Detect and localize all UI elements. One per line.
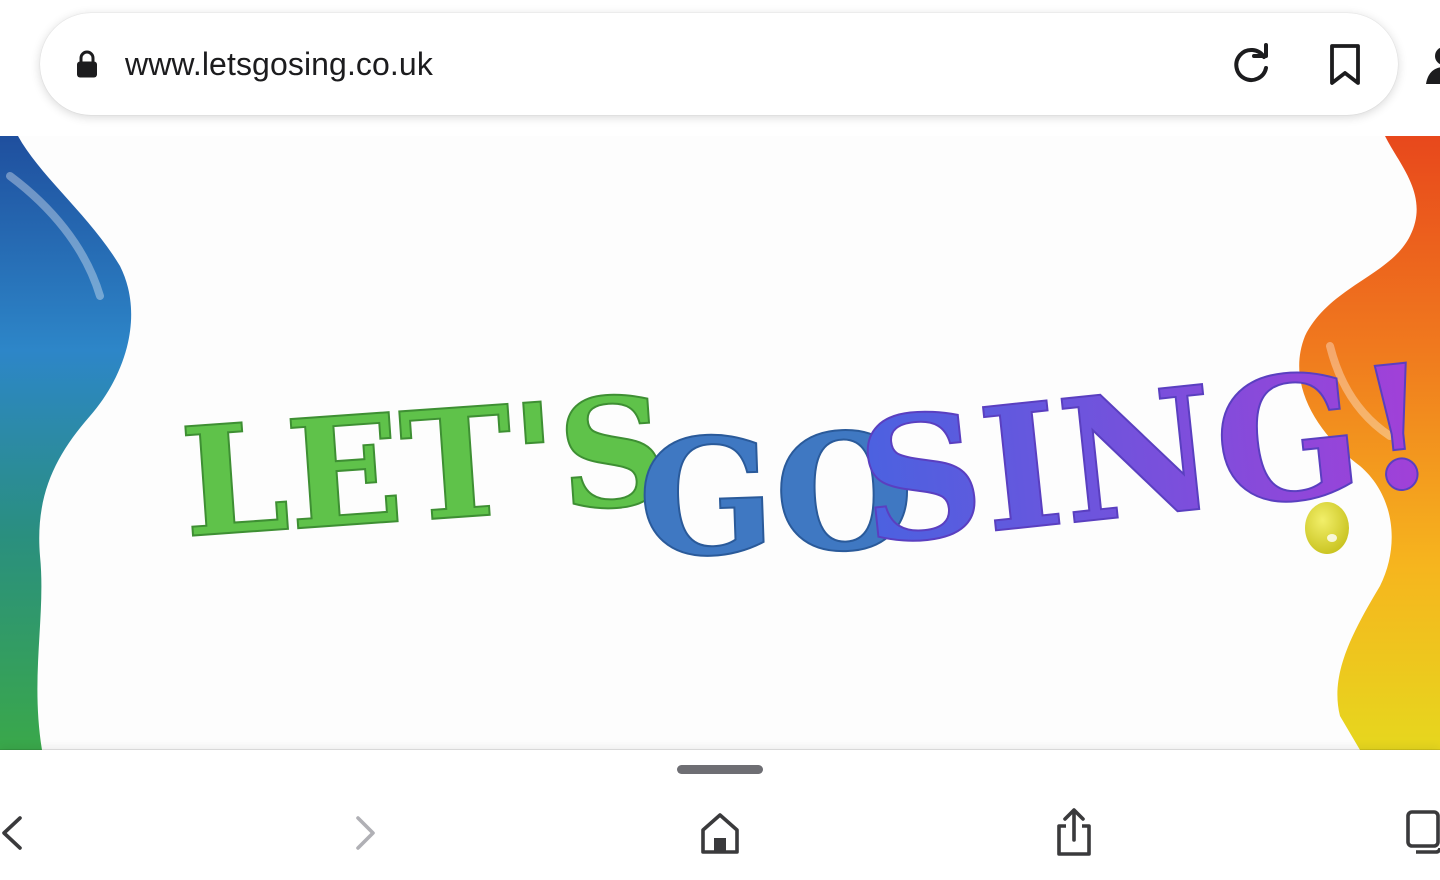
hero-title-word-let: LET'S <box>176 362 673 571</box>
bottom-toolbar <box>0 750 1440 880</box>
share-icon <box>1050 808 1098 858</box>
chevron-right-icon <box>344 808 392 858</box>
back-button[interactable] <box>0 808 48 858</box>
hero-banner: LET'S GO SING! <box>0 136 1440 750</box>
url-text[interactable]: www.letsgosing.co.uk <box>125 44 433 84</box>
hero-title-word-sing: SING! <box>849 326 1440 585</box>
hero-title: LET'S GO SING! <box>175 325 1440 595</box>
reload-icon[interactable] <box>1228 42 1274 88</box>
browser-top-bar: www.letsgosing.co.uk <box>0 0 1440 136</box>
drag-handle[interactable] <box>677 765 763 774</box>
tabs-button[interactable] <box>1398 808 1440 858</box>
forward-button[interactable] <box>344 808 392 858</box>
lock-icon <box>74 49 100 79</box>
home-button[interactable] <box>696 808 744 858</box>
tabs-icon <box>1398 808 1440 858</box>
chevron-left-icon <box>0 808 48 858</box>
home-icon <box>696 808 744 858</box>
bookmark-icon[interactable] <box>1325 42 1365 88</box>
hero-graphic: LET'S GO SING! <box>0 136 1440 750</box>
share-button[interactable] <box>1050 808 1098 858</box>
person-icon[interactable] <box>1424 44 1440 86</box>
